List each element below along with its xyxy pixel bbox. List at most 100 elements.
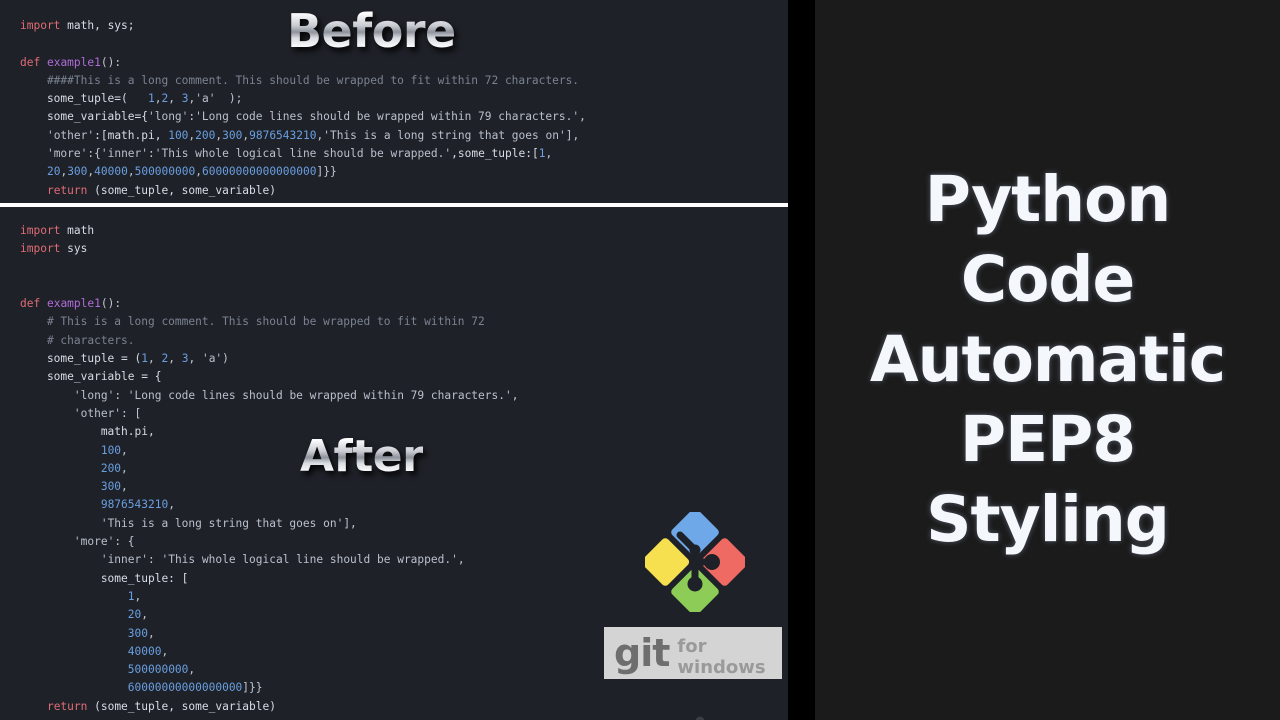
code-line: 1, xyxy=(20,589,142,603)
code-token: import xyxy=(20,242,61,256)
code-token: 60000000000000000 xyxy=(127,681,243,695)
code-token: : xyxy=(148,147,155,161)
code-token: 300 xyxy=(100,480,122,494)
code-line: 60000000000000000]}} xyxy=(20,681,263,694)
git-for-windows-wordmark: git for windows xyxy=(604,627,782,679)
code-token: 'inner' xyxy=(100,147,149,161)
code-token: , xyxy=(579,110,586,124)
code-token: , xyxy=(168,498,175,512)
code-token: , xyxy=(188,663,196,677)
code-token: , xyxy=(127,165,135,179)
before-code-panel: import math, sys; def example1(): ####Th… xyxy=(0,0,788,203)
code-token: 300 xyxy=(67,165,88,179)
code-line: 'more': { xyxy=(20,535,135,548)
code-line: 'This is a long string that goes on'], xyxy=(20,517,357,530)
code-token: 9876543210 xyxy=(249,128,317,142)
title-line-1: Python xyxy=(924,163,1172,236)
code-token: : { xyxy=(114,535,135,549)
code-token: return xyxy=(46,183,88,197)
code-token: 500000000 xyxy=(134,165,196,179)
code-token: import xyxy=(20,19,61,32)
code-token: some_tuple=( xyxy=(20,92,148,106)
code-token: # This is a long comment. This should be… xyxy=(20,315,485,329)
code-line: 20, xyxy=(20,608,148,621)
code-token: ); xyxy=(215,92,243,106)
git-wordmark-text: git xyxy=(614,631,670,675)
code-token: 300 xyxy=(127,626,148,640)
code-token: 1 xyxy=(127,589,135,603)
code-token: , xyxy=(148,352,162,366)
code-token: , xyxy=(121,461,128,475)
code-line: some_variable={'long':'Long code lines s… xyxy=(20,110,586,123)
code-token: 100 xyxy=(168,128,189,142)
code-token: ) xyxy=(222,352,229,366)
code-token: ]}} xyxy=(242,681,263,695)
code-token: some_tuple: [ xyxy=(20,571,189,585)
code-token: 300 xyxy=(222,128,243,142)
code-token: 'long' xyxy=(147,110,189,124)
after-title: After xyxy=(300,431,424,482)
code-token: 'other' xyxy=(73,406,122,420)
code-comparison-column: import math, sys; def example1(): ####Th… xyxy=(0,0,790,720)
code-token: , xyxy=(195,165,202,179)
code-token: 'This whole logical line should be wrapp… xyxy=(161,553,458,567)
code-token: 100 xyxy=(100,443,122,457)
code-line: some_tuple=( 1,2, 3,'a' ); xyxy=(20,92,242,105)
for-windows-wordmark-text: for windows xyxy=(677,635,766,678)
code-token: 20 xyxy=(46,165,61,179)
code-line: import sys xyxy=(20,242,87,255)
code-token: (some_tuple, some_variable) xyxy=(87,699,276,713)
code-line: 300, xyxy=(20,480,128,493)
code-line: 200, xyxy=(20,462,128,475)
code-line: 'other': [ xyxy=(20,407,141,420)
code-line: 40000, xyxy=(20,645,168,658)
code-line: return (some_tuple, some_variable) xyxy=(20,700,276,713)
code-token: 9876543210 xyxy=(100,498,169,512)
code-line: 'other':[math.pi, 100,200,300,9876543210… xyxy=(20,129,579,142)
code-token: 'Long code lines should be wrapped withi… xyxy=(127,388,512,402)
code-token: some_variable = { xyxy=(20,370,162,384)
code-token: ], xyxy=(343,516,357,530)
code-token: def xyxy=(20,297,41,311)
code-token: 20 xyxy=(127,608,142,622)
code-token: , xyxy=(188,352,202,366)
code-line: 100, xyxy=(20,444,128,457)
code-token: 1 xyxy=(147,92,155,106)
code-token: 'more' xyxy=(73,535,115,549)
code-token: (): xyxy=(100,55,122,69)
code-line: def example1(): xyxy=(20,56,121,69)
after-code-panel: import math import sys def example1(): #… xyxy=(0,207,788,720)
code-token: , xyxy=(168,92,182,106)
code-token: 40000 xyxy=(127,644,162,658)
code-token: 500000000 xyxy=(127,663,189,677)
after-code-block: import math import sys def example1(): #… xyxy=(0,207,518,716)
code-token: , xyxy=(141,608,149,622)
code-token: , xyxy=(134,589,142,603)
code-token: 'other' xyxy=(46,128,95,142)
code-token: , xyxy=(148,626,155,640)
code-token: 'This is a long string that goes on' xyxy=(323,128,566,142)
code-token: 'long' xyxy=(73,388,115,402)
code-token: # characters. xyxy=(20,333,135,347)
code-token: ,some_tuple:[ xyxy=(451,147,539,161)
code-token: some_variable={ xyxy=(20,110,148,124)
code-line: 'more':{'inner':'This whole logical line… xyxy=(20,147,552,160)
code-token: example1 xyxy=(46,297,101,311)
code-line: # This is a long comment. This should be… xyxy=(20,315,485,328)
code-token: , xyxy=(121,480,128,494)
title-line-4: PEP8 xyxy=(959,403,1136,476)
code-token: 200 xyxy=(100,461,122,475)
code-line: 'inner': 'This whole logical line should… xyxy=(20,553,465,566)
title-line-3: Automatic xyxy=(869,323,1226,396)
code-token: 40000 xyxy=(94,165,128,179)
spyder-icon xyxy=(695,716,705,720)
